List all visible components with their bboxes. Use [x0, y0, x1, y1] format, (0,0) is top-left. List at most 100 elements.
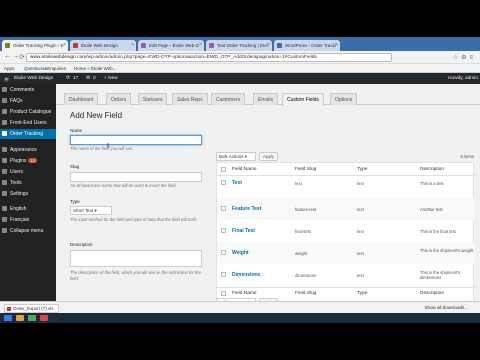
sidebar-item-faqs[interactable]: FAQs: [0, 96, 56, 106]
description-textarea[interactable]: [70, 250, 202, 267]
name-input[interactable]: [70, 135, 202, 145]
close-icon[interactable]: ×: [131, 42, 134, 48]
admin-bar-new[interactable]: + New: [104, 76, 118, 81]
admin-bar-updates[interactable]: 17: [73, 76, 78, 81]
col-description-footer[interactable]: Description: [420, 291, 444, 296]
slug-input[interactable]: [70, 172, 202, 182]
browser-tab-test-order[interactable]: Test Order Tracking | Étoi ×: [206, 40, 272, 51]
admin-sidebar: Comments FAQs Product Catalogue Front-En…: [0, 84, 56, 323]
close-icon[interactable]: ×: [63, 42, 66, 48]
sidebar-item-order-tracking[interactable]: Order Tracking: [0, 129, 56, 139]
row-checkbox[interactable]: [221, 228, 226, 233]
file-icon: [7, 307, 11, 311]
sidebar-item-label: Order Tracking: [10, 131, 44, 137]
row-checkbox[interactable]: [221, 206, 226, 211]
select-all-checkbox[interactable]: [221, 167, 226, 172]
admin-bar-greeting[interactable]: Howdy, admin: [448, 76, 478, 81]
tab-options[interactable]: Options: [330, 93, 358, 105]
field-name-link[interactable]: Dimensions: [232, 272, 260, 278]
sidebar-item-appearance[interactable]: Appearance: [0, 145, 56, 155]
field-name-link[interactable]: Feature Test: [232, 206, 261, 212]
comments-icon[interactable]: ✉: [86, 76, 90, 81]
chevron-down-icon: ▾: [244, 154, 248, 159]
sidebar-item-settings[interactable]: Settings: [0, 189, 56, 199]
plugins-badge: 13: [28, 158, 37, 163]
flag-icon: [2, 217, 7, 222]
forward-icon[interactable]: →: [12, 53, 19, 60]
browser-toolbar: ← → ⟳ www.etoilewebdesign.com/wp-admin/a…: [0, 51, 480, 64]
bookmark-home[interactable]: Home » Étoile Web...: [74, 66, 116, 71]
tab-sales-reps[interactable]: Sales Reps: [172, 93, 208, 105]
chrome-icon[interactable]: [28, 315, 36, 321]
tab-custom-fields[interactable]: Custom Fields: [282, 93, 324, 106]
bulk-actions-label: Bulk Actions: [219, 154, 244, 159]
type-select-value: Short Text: [73, 208, 94, 213]
browser-tab-wordpress[interactable]: WordPress › Order Tracki ×: [274, 40, 340, 51]
apply-button-top[interactable]: Apply: [259, 152, 279, 161]
admin-bar-site[interactable]: Étoile Web Design: [14, 76, 53, 81]
close-icon[interactable]: ×: [335, 42, 338, 48]
download-item[interactable]: Order_Export (7).xls: [4, 304, 59, 313]
col-description[interactable]: Description: [420, 167, 444, 172]
sidebar-item-front-end-users[interactable]: Front-End Users: [0, 118, 56, 128]
col-field-slug[interactable]: Field Slug: [295, 167, 316, 172]
browser-tab-etoile[interactable]: Étoile Web Design ×: [70, 40, 136, 51]
browser-tab-edit-page[interactable]: Edit Page ‹ Étoile Web D ×: [138, 40, 204, 51]
favicon-icon: [73, 43, 78, 48]
close-icon[interactable]: ×: [267, 42, 270, 48]
field-name-link[interactable]: Text: [232, 180, 242, 186]
field-slug: text: [295, 181, 302, 186]
reload-icon[interactable]: ⟳: [19, 53, 25, 61]
field-slug: dimensions: [295, 273, 317, 278]
sidebar-item-francais[interactable]: Français: [0, 215, 56, 225]
tools-icon: [2, 180, 7, 185]
tab-customers[interactable]: Customers: [211, 93, 246, 105]
sidebar-item-english[interactable]: English: [0, 204, 56, 214]
table-row: Final Test final-test text This is the f…: [217, 220, 475, 242]
sidebar-item-collapse[interactable]: Collapse menu: [0, 226, 56, 236]
field-description: This is the shipment's dimensions: [420, 270, 461, 280]
col-field-name-footer[interactable]: Field Name: [232, 291, 257, 296]
field-name-link[interactable]: Weight: [232, 250, 249, 256]
sidebar-item-product-catalogue[interactable]: Product Catalogue: [0, 107, 56, 117]
field-description: This is the shipment's weight: [420, 248, 474, 253]
start-icon[interactable]: [4, 315, 12, 321]
bulk-actions-select-top[interactable]: Bulk Actions ▾: [216, 152, 256, 161]
col-type[interactable]: Type: [357, 167, 367, 172]
col-field-slug-footer[interactable]: Field Slug: [295, 291, 316, 296]
extension-icons[interactable]: ☆⚙≡: [453, 54, 476, 61]
show-all-downloads-link[interactable]: Show all downloads...: [424, 305, 468, 310]
app-icon[interactable]: [40, 315, 48, 321]
sidebar-item-comments[interactable]: Comments: [0, 85, 56, 95]
tab-statuses[interactable]: Statuses: [138, 93, 168, 105]
admin-bar-comments[interactable]: 0: [93, 76, 96, 81]
back-icon[interactable]: ←: [4, 53, 11, 60]
bookmark-apps[interactable]: Apps: [4, 66, 14, 71]
col-type-footer[interactable]: Type: [357, 291, 367, 296]
bookmark-questions[interactable]: Questions&Enquiries: [24, 66, 66, 71]
sidebar-item-label: FAQs: [10, 98, 23, 104]
sidebar-item-plugins[interactable]: Plugins 13: [0, 156, 56, 166]
address-bar[interactable]: www.etoilewebdesign.com/wp-admin/admin.p…: [26, 53, 392, 62]
sidebar-item-tools[interactable]: Tools: [0, 178, 56, 188]
tab-dashboard[interactable]: Dashboard: [64, 93, 99, 105]
row-checkbox[interactable]: [221, 272, 226, 277]
type-select[interactable]: Short Text ▾: [70, 206, 112, 215]
updates-icon[interactable]: ⟳: [66, 76, 70, 81]
row-checkbox[interactable]: [221, 250, 226, 255]
tab-orders[interactable]: Orders: [106, 93, 132, 105]
select-all-checkbox-bottom[interactable]: [221, 291, 226, 296]
field-type: text: [357, 251, 364, 256]
explorer-icon[interactable]: [16, 315, 24, 321]
row-checkbox[interactable]: [221, 180, 226, 185]
flag-icon: [2, 206, 7, 211]
close-icon[interactable]: ×: [199, 42, 202, 48]
sidebar-item-users[interactable]: Users: [0, 167, 56, 177]
field-name-link[interactable]: Final Test: [232, 228, 255, 234]
bookmarks-bar: Apps Questions&Enquiries Home » Étoile W…: [0, 64, 480, 73]
wordpress-logo-icon[interactable]: Ⓦ: [4, 76, 9, 83]
form-title: Add New Field: [70, 111, 123, 120]
col-field-name[interactable]: Field Name: [232, 167, 257, 172]
browser-tab-order-tracking[interactable]: Order Tracking Plugin › E ×: [2, 40, 68, 51]
tab-emails[interactable]: Emails: [253, 93, 279, 105]
